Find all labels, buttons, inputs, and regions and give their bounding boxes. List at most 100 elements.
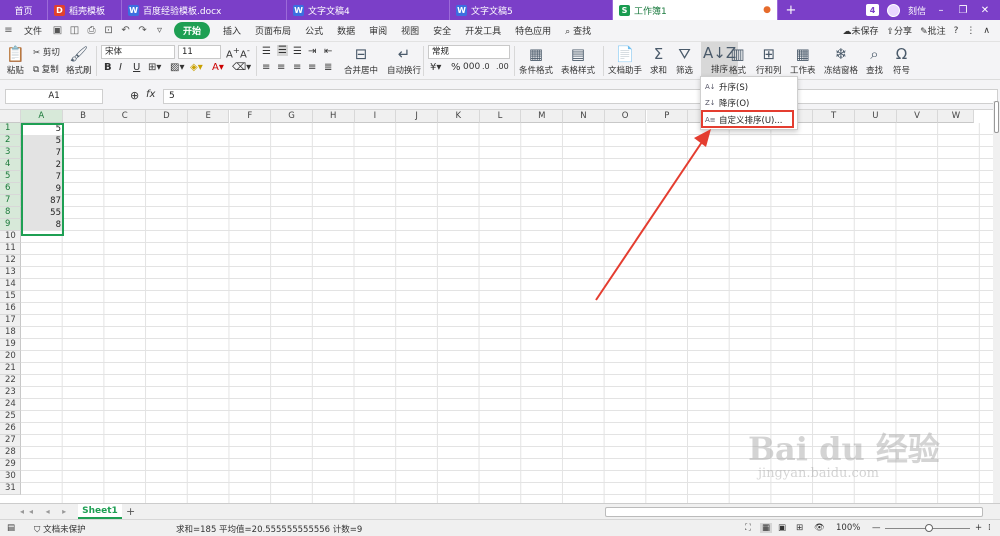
column-header-f[interactable]: F bbox=[229, 110, 272, 123]
border-icon[interactable]: ⊞▾ bbox=[148, 62, 161, 73]
format-painter-button[interactable]: 🖌 格式刷 bbox=[66, 44, 92, 76]
decrease-decimal-icon[interactable]: .00 bbox=[496, 62, 509, 71]
table-style-button[interactable]: ▤ 表格样式 bbox=[561, 44, 595, 76]
horizontal-scrollbar[interactable] bbox=[605, 507, 983, 517]
comment-button[interactable]: ✎批注 bbox=[920, 24, 946, 37]
column-header-d[interactable]: D bbox=[146, 110, 188, 123]
column-header-b[interactable]: B bbox=[62, 110, 105, 123]
add-sheet-button[interactable]: + bbox=[126, 504, 135, 519]
column-header-t[interactable]: T bbox=[813, 110, 855, 123]
avatar[interactable] bbox=[886, 3, 900, 17]
row-header-30[interactable]: 30 bbox=[0, 471, 21, 483]
column-header-m[interactable]: M bbox=[521, 110, 564, 123]
column-header-e[interactable]: E bbox=[187, 110, 230, 123]
row-header-7[interactable]: 7 bbox=[0, 195, 21, 207]
formula-input[interactable]: 5 bbox=[163, 89, 998, 104]
column-header-l[interactable]: L bbox=[479, 110, 522, 123]
zoom-formula-icon[interactable]: ⊕ bbox=[130, 89, 139, 102]
row-header-17[interactable]: 17 bbox=[0, 315, 21, 327]
undo-icon[interactable]: ↶ bbox=[119, 24, 132, 37]
user-name[interactable]: 刻信 bbox=[908, 4, 926, 17]
worksheet-button[interactable]: ▦ 工作表 bbox=[790, 44, 816, 76]
preview-icon[interactable]: ⊡ bbox=[102, 24, 115, 37]
row-header-3[interactable]: 3 bbox=[0, 147, 21, 159]
row-header-22[interactable]: 22 bbox=[0, 375, 21, 387]
vertical-scrollbar[interactable] bbox=[993, 101, 1000, 505]
row-header-4[interactable]: 4 bbox=[0, 159, 21, 171]
quick-access-more-icon[interactable]: ▿ bbox=[153, 24, 166, 37]
filter-button[interactable]: ⛛ 筛选 bbox=[676, 44, 693, 76]
underline-icon[interactable]: U bbox=[133, 62, 140, 73]
format-button[interactable]: ▥ 格式 bbox=[729, 44, 746, 76]
row-header-27[interactable]: 27 bbox=[0, 435, 21, 447]
normal-view-icon[interactable]: ▦ bbox=[760, 523, 773, 533]
tab-document-4[interactable]: W 文字文稿4 bbox=[287, 0, 450, 20]
align-left-icon[interactable]: ≡ bbox=[262, 62, 270, 73]
align-bottom-icon[interactable]: ☰ bbox=[293, 46, 302, 57]
tab-formulas[interactable]: 公式 bbox=[298, 24, 330, 37]
fullscreen-icon[interactable]: ⛶ bbox=[745, 523, 751, 533]
print-preview-icon[interactable]: ◫ bbox=[68, 24, 81, 37]
tab-workbook-1[interactable]: S 工作簿1 ● bbox=[613, 0, 778, 20]
doc-helper-button[interactable]: 📄 文档助手 bbox=[608, 44, 642, 76]
copy-button[interactable]: ⧉ 复制 bbox=[33, 63, 59, 75]
sheet-tab-sheet1[interactable]: Sheet1 bbox=[78, 504, 122, 519]
column-header-h[interactable]: H bbox=[312, 110, 355, 123]
font-size-select[interactable]: 11 bbox=[178, 45, 221, 59]
vertical-scroll-thumb[interactable] bbox=[994, 101, 999, 133]
decrease-font-icon[interactable]: A- bbox=[240, 45, 250, 60]
save-icon[interactable]: ▣ bbox=[51, 24, 64, 37]
zoom-in-icon[interactable]: + bbox=[975, 523, 982, 533]
italic-icon[interactable]: I bbox=[119, 62, 122, 73]
column-header-i[interactable]: I bbox=[354, 110, 397, 123]
minimize-icon[interactable]: – bbox=[934, 5, 948, 16]
status-more-icon[interactable]: ⁞ bbox=[988, 523, 991, 533]
row-header-21[interactable]: 21 bbox=[0, 363, 21, 375]
column-header-g[interactable]: G bbox=[271, 110, 313, 123]
bold-icon[interactable]: B bbox=[104, 62, 112, 73]
page-break-icon[interactable]: ⊞ bbox=[796, 523, 803, 533]
tab-security[interactable]: 安全 bbox=[426, 24, 458, 37]
row-header-10[interactable]: 10 bbox=[0, 231, 21, 243]
help-icon[interactable]: ? bbox=[954, 26, 959, 36]
zoom-out-icon[interactable]: — bbox=[872, 523, 881, 533]
protect-status[interactable]: ⛉ 文档未保护 bbox=[34, 523, 86, 535]
row-header-25[interactable]: 25 bbox=[0, 411, 21, 423]
new-tab-button[interactable]: + bbox=[778, 0, 804, 20]
column-header-u[interactable]: U bbox=[855, 110, 897, 123]
column-header-v[interactable]: V bbox=[896, 110, 939, 123]
hamburger-icon[interactable]: ≡ bbox=[2, 24, 15, 37]
clear-format-icon[interactable]: ⌫▾ bbox=[232, 62, 251, 73]
symbol-button[interactable]: Ω 符号 bbox=[893, 44, 910, 76]
row-header-23[interactable]: 23 bbox=[0, 387, 21, 399]
row-header-9[interactable]: 9 bbox=[0, 219, 21, 231]
select-all-corner[interactable] bbox=[0, 110, 21, 123]
status-sheet-icon[interactable]: ▤ bbox=[7, 523, 15, 533]
row-header-14[interactable]: 14 bbox=[0, 279, 21, 291]
tab-insert[interactable]: 插入 bbox=[216, 24, 248, 37]
conditional-format-button[interactable]: ▦ 条件格式 bbox=[519, 44, 553, 76]
column-header-a[interactable]: A bbox=[21, 110, 63, 123]
row-header-1[interactable]: 1 bbox=[0, 123, 21, 135]
unsaved-status[interactable]: ☁未保存 bbox=[842, 24, 878, 37]
tab-page-layout[interactable]: 页面布局 bbox=[248, 24, 298, 37]
row-col-button[interactable]: ⊞ 行和列 bbox=[756, 44, 782, 76]
function-icon[interactable]: fx bbox=[146, 89, 155, 100]
row-header-18[interactable]: 18 bbox=[0, 327, 21, 339]
tab-view[interactable]: 视图 bbox=[394, 24, 426, 37]
window-count-badge[interactable]: 4 bbox=[865, 4, 879, 16]
font-color-icon[interactable]: A▾ bbox=[212, 62, 224, 73]
print-icon[interactable]: ⎙ bbox=[85, 24, 98, 37]
collapse-ribbon-icon[interactable]: ∧ bbox=[983, 26, 990, 36]
row-header-24[interactable]: 24 bbox=[0, 399, 21, 411]
row-header-6[interactable]: 6 bbox=[0, 183, 21, 195]
row-header-2[interactable]: 2 bbox=[0, 135, 21, 147]
tab-start[interactable]: 开始 bbox=[174, 22, 211, 39]
redo-icon[interactable]: ↷ bbox=[136, 24, 149, 37]
row-header-28[interactable]: 28 bbox=[0, 447, 21, 459]
row-header-5[interactable]: 5 bbox=[0, 171, 21, 183]
paste-button[interactable]: 📋 粘贴 bbox=[6, 44, 25, 76]
currency-icon[interactable]: ¥▾ bbox=[430, 62, 441, 73]
align-top-icon[interactable]: ☰ bbox=[262, 46, 271, 57]
align-center-icon[interactable]: ≡ bbox=[277, 62, 285, 73]
